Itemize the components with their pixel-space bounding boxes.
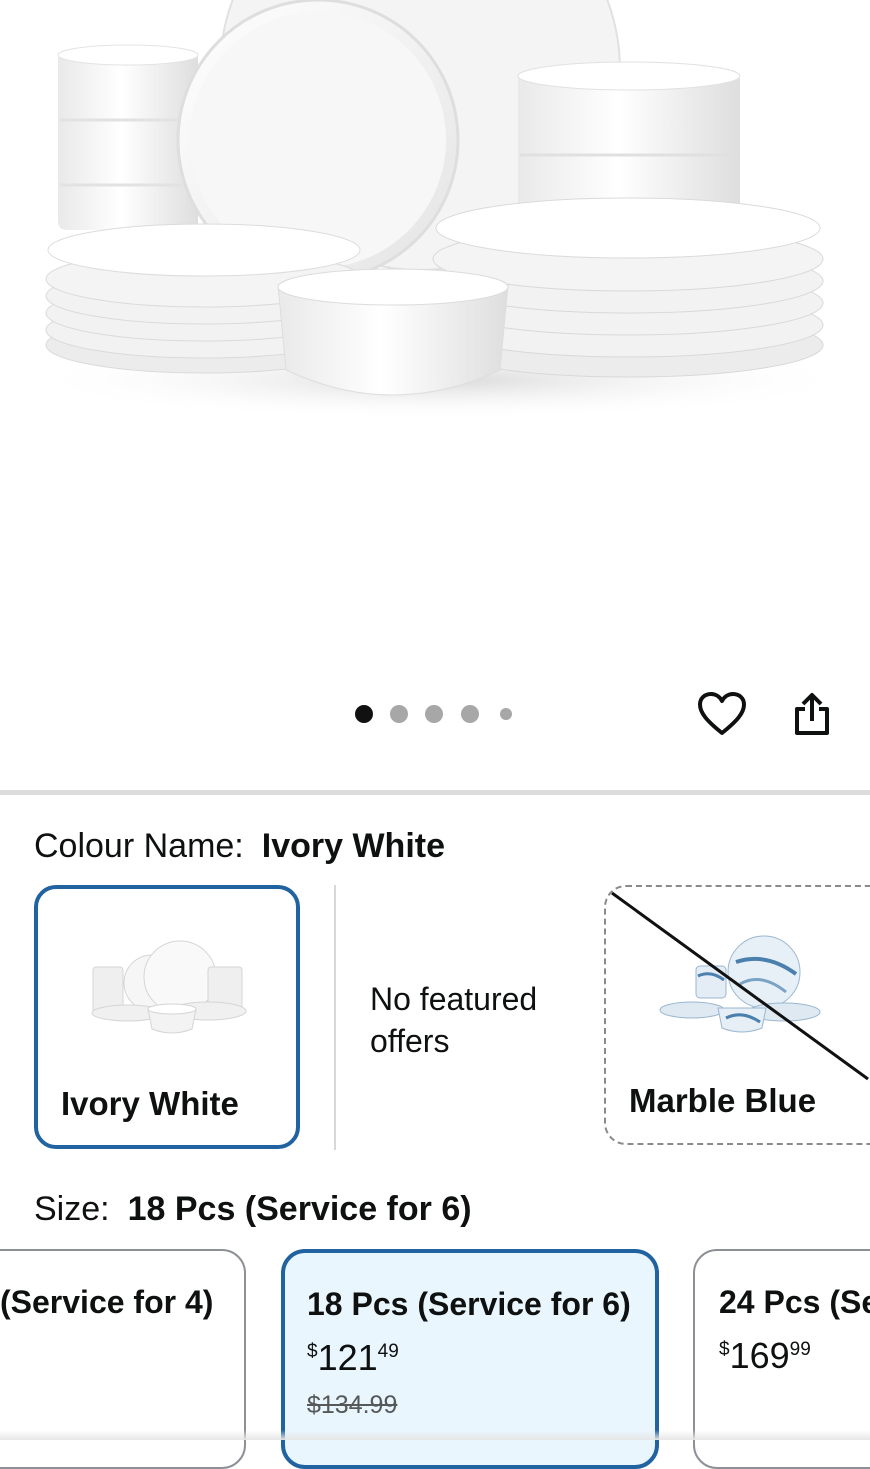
price-whole: 169 <box>729 1335 790 1376</box>
share-button[interactable] <box>782 684 842 744</box>
ivory-white-thumbnail <box>91 940 247 1034</box>
price-fraction: 99 <box>789 1339 811 1360</box>
price-whole: 121 <box>317 1337 378 1378</box>
size-option-title: 24 Pcs (Se <box>719 1284 870 1320</box>
section-divider <box>0 790 870 795</box>
carousel-dot[interactable] <box>355 705 373 723</box>
size-row: Size: 18 Pcs (Service for 6) <box>34 1190 472 1229</box>
colour-name-row: Colour Name: Ivory White <box>34 827 445 866</box>
size-option-price: $16999 <box>719 1335 811 1377</box>
colour-swatch-marble-blue[interactable]: Marble Blue <box>604 885 870 1145</box>
swatch-label: Ivory White <box>61 1085 239 1122</box>
dinnerware-set-image <box>20 0 860 420</box>
carousel-dot[interactable] <box>390 705 408 723</box>
size-label: Size: <box>34 1190 110 1228</box>
carousel-dot[interactable] <box>425 705 443 723</box>
size-option-price: $12149 <box>307 1337 399 1379</box>
carousel-dot[interactable] <box>461 705 479 723</box>
no-featured-offers-text: No featured offers <box>370 981 538 1059</box>
product-image[interactable] <box>0 0 870 680</box>
share-icon <box>795 693 829 735</box>
size-value: 18 Pcs (Service for 6) <box>127 1190 472 1228</box>
swatch-separator <box>334 885 336 1150</box>
colour-name-value: Ivory White <box>261 827 445 865</box>
bottom-edge <box>0 1430 870 1440</box>
wishlist-button[interactable] <box>692 684 752 744</box>
price-currency: $ <box>307 1341 318 1362</box>
carousel-dot[interactable] <box>500 708 512 720</box>
price-fraction: 49 <box>377 1341 399 1362</box>
image-carousel-dots[interactable] <box>350 700 520 728</box>
swatch-label: Marble Blue <box>629 1082 817 1119</box>
list-price: $134.99 <box>307 1391 398 1419</box>
size-option-title: (Service for 4) <box>0 1284 214 1320</box>
price-currency: $ <box>719 1339 730 1360</box>
colour-swatch-ivory-white[interactable]: Ivory White <box>34 885 300 1149</box>
heart-outline-icon <box>698 692 746 735</box>
colour-name-label: Colour Name: <box>34 827 244 865</box>
size-option-title: 18 Pcs (Service for 6) <box>307 1286 631 1322</box>
